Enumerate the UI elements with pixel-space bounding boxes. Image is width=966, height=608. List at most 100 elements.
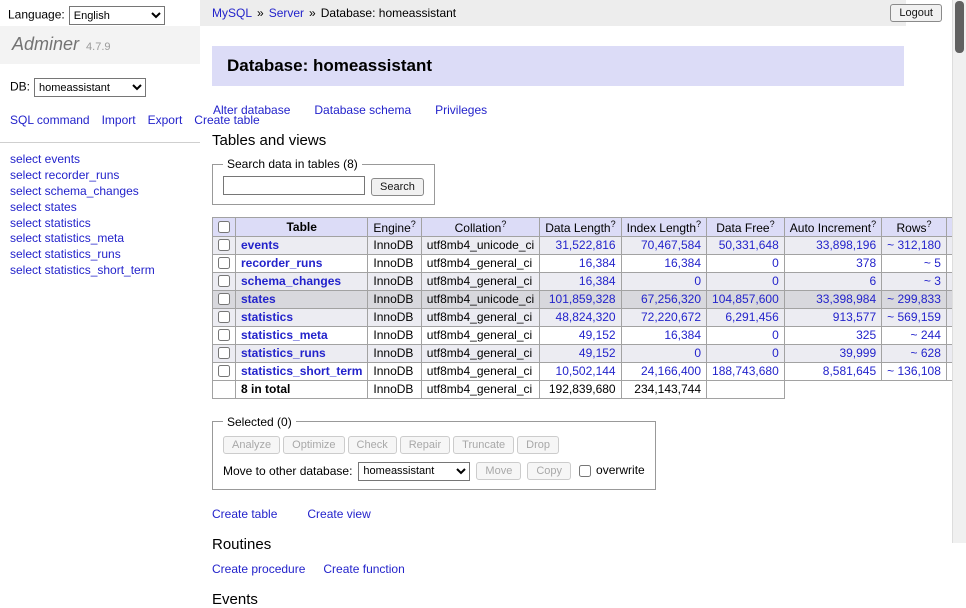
row-checkbox[interactable] (218, 311, 230, 323)
data-length-link[interactable]: 31,522,816 (556, 238, 616, 252)
table-link[interactable]: recorder_runs (241, 256, 322, 270)
language-select[interactable]: English (69, 6, 165, 25)
rows-link[interactable]: ~ 3 (924, 274, 941, 288)
index-length-link[interactable]: 0 (694, 274, 701, 288)
truncate-button[interactable]: Truncate (453, 436, 514, 454)
row-checkbox[interactable] (218, 275, 230, 287)
auto-increment-link[interactable]: 39,999 (839, 346, 876, 360)
logout-button[interactable]: Logout (890, 4, 942, 22)
db-select[interactable]: homeassistant (34, 78, 146, 97)
breadcrumb-mysql[interactable]: MySQL (212, 6, 252, 20)
auto-increment-link[interactable]: 33,398,984 (816, 292, 876, 306)
row-checkbox[interactable] (218, 239, 230, 251)
overwrite-option[interactable]: overwrite (577, 463, 645, 479)
table-link[interactable]: statistics_short_term (241, 364, 362, 378)
privileges-link[interactable]: Privileges (435, 103, 487, 117)
data-free-link[interactable]: 50,331,648 (719, 238, 779, 252)
sidebar-item-select-statistics-short-term[interactable]: select statistics_short_term (10, 263, 190, 279)
repair-button[interactable]: Repair (400, 436, 450, 454)
help-icon[interactable]: ? (611, 219, 616, 229)
table-link[interactable]: events (241, 238, 279, 252)
index-length-link[interactable]: 72,220,672 (641, 310, 701, 324)
search-button[interactable]: Search (371, 178, 424, 196)
move-button[interactable]: Move (476, 462, 521, 480)
help-icon[interactable]: ? (696, 219, 701, 229)
help-icon[interactable]: ? (770, 219, 775, 229)
index-length-link[interactable]: 0 (694, 346, 701, 360)
auto-increment-link[interactable]: 913,577 (833, 310, 876, 324)
data-free-link[interactable]: 0 (772, 256, 779, 270)
create-table-link[interactable]: Create table (212, 507, 277, 521)
row-checkbox[interactable] (218, 347, 230, 359)
data-length-link[interactable]: 10,502,144 (556, 364, 616, 378)
help-icon[interactable]: ? (927, 219, 932, 229)
rows-link[interactable]: ~ 5 (924, 256, 941, 270)
rows-link[interactable]: ~ 312,180 (887, 238, 941, 252)
data-length-link[interactable]: 49,152 (579, 346, 616, 360)
table-link[interactable]: statistics (241, 310, 293, 324)
data-free-link[interactable]: 104,857,600 (712, 292, 779, 306)
table-link[interactable]: schema_changes (241, 274, 341, 288)
check-button[interactable]: Check (348, 436, 397, 454)
alter-database-link[interactable]: Alter database (213, 103, 290, 117)
sidebar-item-select-events[interactable]: select events (10, 152, 190, 168)
auto-increment-link[interactable]: 33,898,196 (816, 238, 876, 252)
data-length-link[interactable]: 48,824,320 (556, 310, 616, 324)
table-link[interactable]: statistics_meta (241, 328, 328, 342)
sidebar-link-sql-command[interactable]: SQL command (10, 113, 90, 127)
help-icon[interactable]: ? (871, 219, 876, 229)
scrollbar-thumb[interactable] (955, 1, 964, 53)
sidebar-item-select-schema-changes[interactable]: select schema_changes (10, 184, 190, 200)
row-checkbox[interactable] (218, 293, 230, 305)
sidebar-item-select-states[interactable]: select states (10, 200, 190, 216)
copy-button[interactable]: Copy (527, 462, 571, 480)
rows-link[interactable]: ~ 628 (911, 346, 941, 360)
data-free-link[interactable]: 0 (772, 274, 779, 288)
rows-link[interactable]: ~ 136,108 (887, 364, 941, 378)
data-free-link[interactable]: 188,743,680 (712, 364, 779, 378)
data-free-link[interactable]: 0 (772, 346, 779, 360)
data-free-link[interactable]: 6,291,456 (725, 310, 778, 324)
index-length-link[interactable]: 24,166,400 (641, 364, 701, 378)
help-icon[interactable]: ? (411, 219, 416, 229)
sidebar-link-import[interactable]: Import (102, 113, 136, 127)
data-length-link[interactable]: 49,152 (579, 328, 616, 342)
optimize-button[interactable]: Optimize (283, 436, 344, 454)
create-procedure-link[interactable]: Create procedure (212, 562, 305, 576)
search-input[interactable] (223, 176, 365, 195)
data-length-link[interactable]: 16,384 (579, 274, 616, 288)
table-link[interactable]: statistics_runs (241, 346, 326, 360)
sidebar-item-select-statistics-meta[interactable]: select statistics_meta (10, 231, 190, 247)
auto-increment-link[interactable]: 378 (856, 256, 876, 270)
analyze-button[interactable]: Analyze (223, 436, 280, 454)
sidebar-item-select-recorder-runs[interactable]: select recorder_runs (10, 168, 190, 184)
sidebar-item-select-statistics[interactable]: select statistics (10, 216, 190, 232)
row-checkbox[interactable] (218, 365, 230, 377)
overwrite-checkbox[interactable] (579, 465, 591, 477)
data-length-link[interactable]: 101,859,328 (549, 292, 616, 306)
index-length-link[interactable]: 70,467,584 (641, 238, 701, 252)
breadcrumb-server[interactable]: Server (269, 6, 304, 20)
rows-link[interactable]: ~ 299,833 (887, 292, 941, 306)
help-icon[interactable]: ? (501, 219, 506, 229)
select-all-checkbox[interactable] (218, 221, 230, 233)
drop-button[interactable]: Drop (517, 436, 559, 454)
sidebar-item-select-statistics-runs[interactable]: select statistics_runs (10, 247, 190, 263)
move-database-select[interactable]: homeassistant (358, 462, 470, 481)
data-free-link[interactable]: 0 (772, 328, 779, 342)
create-function-link[interactable]: Create function (323, 562, 404, 576)
rows-link[interactable]: ~ 569,159 (887, 310, 941, 324)
auto-increment-link[interactable]: 325 (856, 328, 876, 342)
row-checkbox[interactable] (218, 329, 230, 341)
data-length-link[interactable]: 16,384 (579, 256, 616, 270)
row-checkbox[interactable] (218, 257, 230, 269)
sidebar-link-export[interactable]: Export (148, 113, 183, 127)
table-link[interactable]: states (241, 292, 276, 306)
index-length-link[interactable]: 16,384 (664, 256, 701, 270)
auto-increment-link[interactable]: 6 (869, 274, 876, 288)
database-schema-link[interactable]: Database schema (314, 103, 411, 117)
create-view-link[interactable]: Create view (307, 507, 370, 521)
index-length-link[interactable]: 67,256,320 (641, 292, 701, 306)
auto-increment-link[interactable]: 8,581,645 (823, 364, 876, 378)
rows-link[interactable]: ~ 244 (911, 328, 941, 342)
